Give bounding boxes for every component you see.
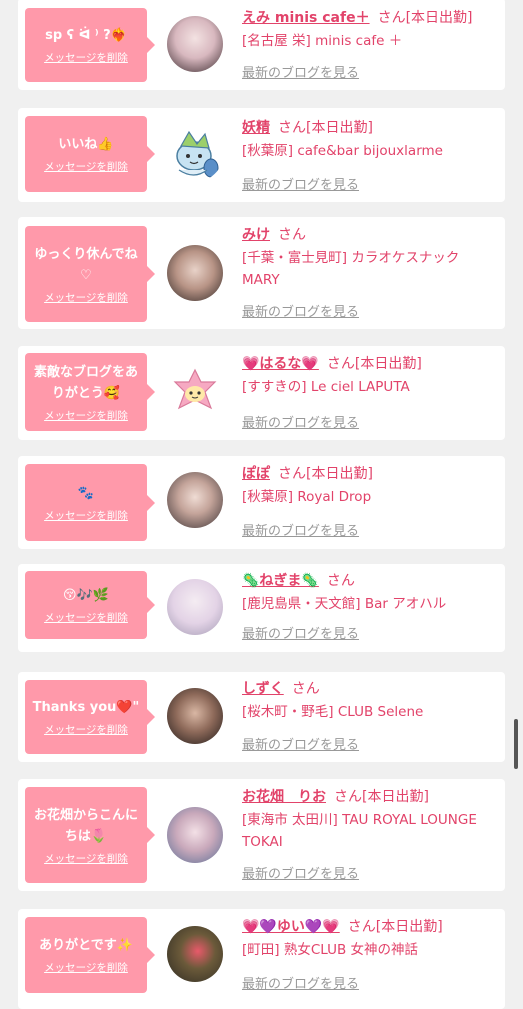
latest-blog-link[interactable]: 最新のブログを見る: [242, 973, 359, 992]
sender-info: みけ さん [千葉・富士見町] カラオケスナック MARY 最新のブログを見る: [242, 225, 500, 320]
message-card: 🐾 メッセージを削除 ぽぽ さん[本日出勤] [秋葉原] Royal Drop 最…: [18, 456, 505, 549]
status-badge: [本日出勤]: [362, 789, 429, 805]
message-bubble: お花畑からこんにちは🌷 メッセージを削除: [25, 787, 155, 883]
honorific: さん: [326, 356, 355, 372]
honorific: さん: [334, 789, 362, 805]
message-text: 😚🎶🌿: [63, 588, 109, 603]
message-card: 😚🎶🌿 メッセージを削除 🦠ねぎま🦠 さん [鹿児島県・天文館] Bar アオハル…: [18, 564, 505, 652]
honorific: さん: [291, 681, 320, 697]
latest-blog-link[interactable]: 最新のブログを見る: [242, 62, 359, 81]
delete-message-link[interactable]: メッセージを削除: [44, 50, 128, 65]
message-card: Thanks you❤️" メッセージを削除 しずく さん [桜木町・野毛] CL…: [18, 672, 505, 762]
message-text: ありがとです✨: [39, 938, 133, 953]
sender-name-link[interactable]: 💗はるな💗: [242, 356, 319, 372]
fairy-character-icon[interactable]: [167, 126, 223, 182]
message-text: ゆっくり休んでね♡: [34, 246, 138, 283]
shop-name: [千葉・富士見町] カラオケスナック MARY: [242, 250, 460, 288]
sender-name-link[interactable]: えみ minis cafe＋: [242, 10, 370, 26]
scrollbar[interactable]: [514, 719, 518, 769]
message-bubble: Thanks you❤️" メッセージを削除: [25, 680, 155, 754]
delete-message-link[interactable]: メッセージを削除: [44, 610, 128, 625]
sender-name-link[interactable]: 妖精: [242, 120, 270, 136]
latest-blog-link[interactable]: 最新のブログを見る: [242, 301, 359, 320]
latest-blog-link[interactable]: 最新のブログを見る: [242, 174, 359, 193]
shop-name: [東海市 太田川] TAU ROYAL LOUNGE TOKAI: [242, 812, 477, 850]
sender-info: 💗💜ゆい💜💗 さん[本日出勤] [町田] 熟女CLUB 女神の神話 最新のブログを…: [242, 917, 500, 992]
message-bubble: ゆっくり休んでね♡ メッセージを削除: [25, 226, 155, 322]
latest-blog-link[interactable]: 最新のブログを見る: [242, 412, 359, 431]
honorific: さん: [377, 10, 406, 26]
shop-name: [すすきの] Le ciel LAPUTA: [242, 379, 410, 395]
message-bubble: 素敵なブログをありがとう🥰 メッセージを削除: [25, 353, 155, 431]
avatar[interactable]: [167, 472, 223, 528]
honorific: さん: [278, 227, 306, 243]
sender-info: しずく さん [桜木町・野毛] CLUB Selene 最新のブログを見る: [242, 679, 500, 753]
avatar[interactable]: [167, 245, 223, 301]
pink-flower-character-icon[interactable]: [167, 364, 223, 420]
delete-message-link[interactable]: メッセージを削除: [44, 960, 128, 975]
latest-blog-link[interactable]: 最新のブログを見る: [242, 734, 359, 753]
status-badge: [本日出勤]: [375, 919, 443, 935]
message-card: sp ʕ ᐛ ⁾ ?❤️‍🔥 メッセージを削除 えみ minis cafe＋ さん…: [18, 0, 505, 90]
sender-info: お花畑 りお さん[本日出勤] [東海市 太田川] TAU ROYAL LOUNG…: [242, 787, 500, 882]
sender-name-link[interactable]: しずく: [242, 681, 284, 697]
shop-name: [鹿児島県・天文館] Bar アオハル: [242, 596, 447, 612]
sender-name-link[interactable]: 🦠ねぎま🦠: [242, 573, 319, 589]
message-card: いいね👍 メッセージを削除 妖精 さん[本日出勤] [秋葉原] cafe&bar …: [18, 108, 505, 202]
shop-name: [秋葉原] Royal Drop: [242, 489, 372, 505]
message-text: いいね👍: [58, 137, 114, 152]
message-bubble: いいね👍 メッセージを削除: [25, 116, 155, 192]
delete-message-link[interactable]: メッセージを削除: [44, 159, 128, 174]
honorific: さん: [347, 919, 376, 935]
sender-info: 🦠ねぎま🦠 さん [鹿児島県・天文館] Bar アオハル 最新のブログを見る: [242, 571, 500, 642]
honorific: さん: [326, 573, 355, 589]
avatar[interactable]: [167, 807, 223, 863]
message-card: お花畑からこんにちは🌷 メッセージを削除 お花畑 りお さん[本日出勤] [東海市…: [18, 779, 505, 891]
message-card: ゆっくり休んでね♡ メッセージを削除 みけ さん [千葉・富士見町] カラオケスナ…: [18, 217, 505, 329]
honorific: さん: [278, 120, 306, 136]
delete-message-link[interactable]: メッセージを削除: [44, 722, 128, 737]
shop-name: [名古屋 栄] minis cafe ＋: [242, 33, 403, 49]
message-text: 🐾: [77, 485, 95, 501]
message-bubble: 🐾 メッセージを削除: [25, 464, 155, 541]
status-badge: [本日出勤]: [306, 466, 373, 482]
sender-info: えみ minis cafe＋ さん[本日出勤] [名古屋 栄] minis caf…: [242, 8, 500, 81]
avatar[interactable]: [167, 579, 223, 635]
sender-info: 妖精 さん[本日出勤] [秋葉原] cafe&bar bijouxlarme 最新…: [242, 118, 500, 193]
message-text: sp ʕ ᐛ ⁾ ?❤️‍🔥: [45, 28, 127, 43]
latest-blog-link[interactable]: 最新のブログを見る: [242, 520, 359, 539]
delete-message-link[interactable]: メッセージを削除: [44, 290, 128, 305]
message-bubble: 😚🎶🌿 メッセージを削除: [25, 571, 155, 639]
avatar[interactable]: [167, 16, 223, 72]
status-badge: [本日出勤]: [306, 120, 373, 136]
status-badge: [本日出勤]: [354, 356, 422, 372]
sender-info: 💗はるな💗 さん[本日出勤] [すすきの] Le ciel LAPUTA 最新のブ…: [242, 354, 500, 431]
delete-message-link[interactable]: メッセージを削除: [44, 408, 128, 423]
message-text: Thanks you❤️": [32, 700, 140, 715]
avatar[interactable]: [167, 688, 223, 744]
shop-name: [町田] 熟女CLUB 女神の神話: [242, 942, 419, 958]
shop-name: [秋葉原] cafe&bar bijouxlarme: [242, 143, 443, 159]
sender-name-link[interactable]: お花畑 りお: [242, 789, 326, 805]
avatar[interactable]: [167, 926, 223, 982]
message-text: 素敵なブログをありがとう🥰: [33, 364, 138, 401]
latest-blog-link[interactable]: 最新のブログを見る: [242, 863, 359, 882]
shop-name: [桜木町・野毛] CLUB Selene: [242, 704, 424, 720]
sender-info: ぽぽ さん[本日出勤] [秋葉原] Royal Drop 最新のブログを見る: [242, 464, 500, 539]
message-bubble: sp ʕ ᐛ ⁾ ?❤️‍🔥 メッセージを削除: [25, 8, 155, 82]
sender-name-link[interactable]: ぽぽ: [242, 466, 270, 482]
message-bubble: ありがとです✨ メッセージを削除: [25, 917, 155, 993]
sender-name-link[interactable]: 💗💜ゆい💜💗: [242, 919, 340, 935]
message-card: 素敵なブログをありがとう🥰 メッセージを削除 💗はるな💗 さん[本日出勤] [すす…: [18, 346, 505, 440]
message-text: お花畑からこんにちは🌷: [33, 807, 138, 844]
latest-blog-link[interactable]: 最新のブログを見る: [242, 623, 359, 642]
honorific: さん: [278, 466, 306, 482]
delete-message-link[interactable]: メッセージを削除: [44, 508, 128, 523]
delete-message-link[interactable]: メッセージを削除: [44, 851, 128, 866]
status-badge: [本日出勤]: [405, 10, 473, 26]
sender-name-link[interactable]: みけ: [242, 227, 270, 243]
message-card: ありがとです✨ メッセージを削除 💗💜ゆい💜💗 さん[本日出勤] [町田] 熟女C…: [18, 909, 505, 1009]
